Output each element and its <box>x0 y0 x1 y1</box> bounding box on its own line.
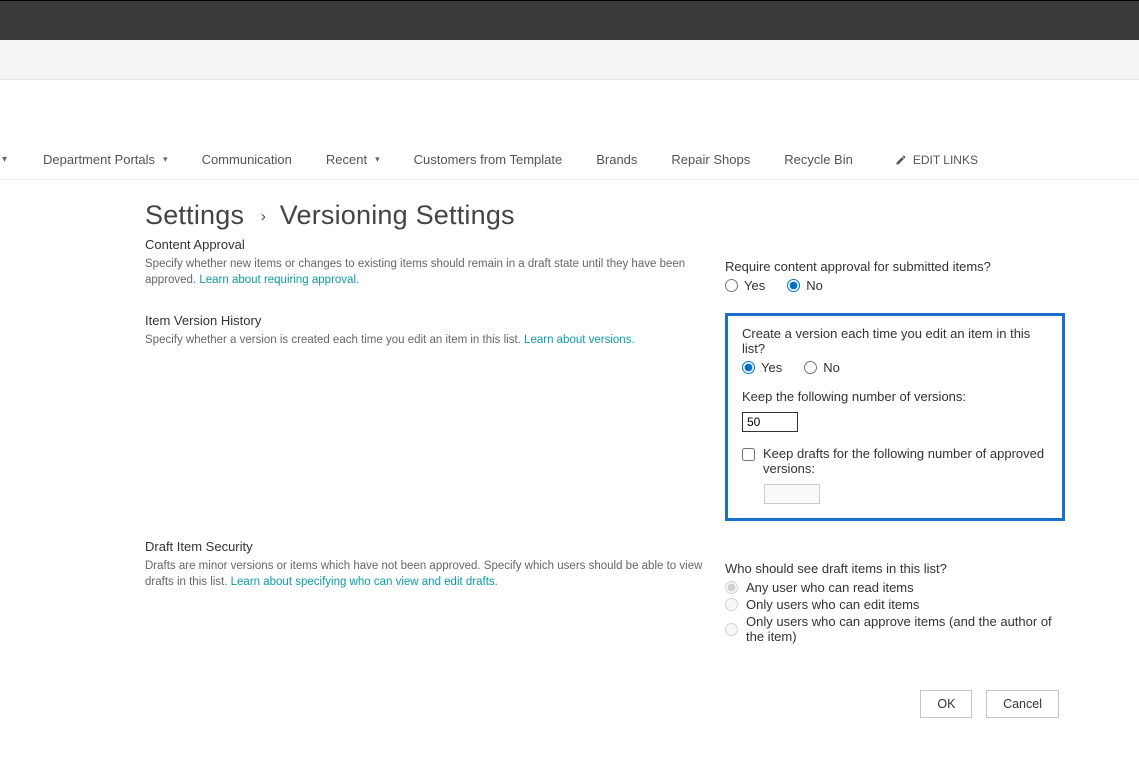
yes-text: Yes <box>761 360 782 375</box>
no-text: No <box>823 360 840 375</box>
draft-security-section: Draft Item Security Drafts are minor ver… <box>145 539 1139 646</box>
version-no-label[interactable]: No <box>804 360 840 375</box>
yes-text: Yes <box>744 278 765 293</box>
draft-security-desc: Drafts are minor versions or items which… <box>145 558 705 590</box>
button-row: OK Cancel <box>145 664 1139 718</box>
nav-label: Repair Shops <box>671 152 750 167</box>
version-highlight-box: Create a version each time you edit an i… <box>725 313 1065 521</box>
ok-button[interactable]: OK <box>920 690 972 718</box>
header-spacer <box>0 80 1139 140</box>
approval-no-label[interactable]: No <box>787 278 823 293</box>
draft-opt-edit-radio[interactable] <box>725 598 738 611</box>
nav-label: Department Portals <box>43 152 155 167</box>
keep-drafts-checkbox[interactable] <box>742 448 755 461</box>
version-history-desc: Specify whether a version is created eac… <box>145 332 705 348</box>
nav-recent[interactable]: Recent ▾ <box>314 140 392 180</box>
opt-text: Only users who can approve items (and th… <box>746 614 1065 644</box>
keep-drafts-label: Keep drafts for the following number of … <box>763 446 1048 476</box>
edit-links-button[interactable]: EDIT LINKS <box>883 153 990 167</box>
approval-no-radio[interactable] <box>787 279 800 292</box>
version-question: Create a version each time you edit an i… <box>742 326 1048 356</box>
version-yes-label[interactable]: Yes <box>742 360 782 375</box>
nav-label: Brands <box>596 152 637 167</box>
approval-yes-label[interactable]: Yes <box>725 278 765 293</box>
approval-question: Require content approval for submitted i… <box>725 259 1065 274</box>
nav-repair-shops[interactable]: Repair Shops <box>659 140 762 180</box>
version-radio-row: Yes No <box>742 360 1048 375</box>
content-approval-desc: Specify whether new items or changes to … <box>145 256 705 288</box>
draft-options: Any user who can read items Only users w… <box>725 580 1065 644</box>
learn-versions-link[interactable]: Learn about versions. <box>524 334 635 346</box>
approval-yes-radio[interactable] <box>725 279 738 292</box>
desc-text: Specify whether a version is created eac… <box>145 334 524 346</box>
no-text: No <box>806 278 823 293</box>
draft-question: Who should see draft items in this list? <box>725 561 1065 576</box>
draft-security-title: Draft Item Security <box>145 539 705 554</box>
draft-opt-any[interactable]: Any user who can read items <box>725 580 1065 595</box>
caret-down-icon[interactable]: ▾ <box>163 154 168 165</box>
nav-customers-template[interactable]: Customers from Template <box>402 140 575 180</box>
nav-label: Communication <box>202 152 292 167</box>
opt-text: Any user who can read items <box>746 580 914 595</box>
version-history-section: Item Version History Specify whether a v… <box>145 313 1139 521</box>
version-history-title: Item Version History <box>145 313 705 328</box>
suite-bar <box>0 0 1139 40</box>
nav-brands[interactable]: Brands <box>584 140 649 180</box>
nav-label: Recycle Bin <box>784 152 853 167</box>
keep-drafts-row: Keep drafts for the following number of … <box>742 446 1048 476</box>
breadcrumb-root[interactable]: Settings <box>145 200 244 230</box>
caret-down-icon[interactable]: ▾ <box>375 154 380 165</box>
nav-communication[interactable]: Communication <box>190 140 304 180</box>
keep-versions-input[interactable] <box>742 412 798 432</box>
keep-versions-label: Keep the following number of versions: <box>742 389 1048 404</box>
content-approval-section: Content Approval Specify whether new ite… <box>145 237 1139 295</box>
version-no-radio[interactable] <box>804 361 817 374</box>
draft-opt-edit[interactable]: Only users who can edit items <box>725 597 1065 612</box>
opt-text: Only users who can edit items <box>746 597 919 612</box>
edit-links-label: EDIT LINKS <box>913 153 978 167</box>
page-content: Settings › Versioning Settings Content A… <box>0 180 1139 718</box>
breadcrumb: Settings › Versioning Settings <box>145 200 1139 231</box>
ribbon-bar <box>0 40 1139 80</box>
draft-opt-approve-radio[interactable] <box>725 623 738 636</box>
learn-approval-link[interactable]: Learn about requiring approval. <box>199 274 359 286</box>
breadcrumb-page: Versioning Settings <box>280 200 515 230</box>
nav-recycle-bin[interactable]: Recycle Bin <box>772 140 865 180</box>
top-nav: ▾ Department Portals ▾ Communication Rec… <box>0 140 1139 180</box>
nav-label: Recent <box>326 152 367 167</box>
draft-opt-approve[interactable]: Only users who can approve items (and th… <box>725 614 1065 644</box>
draft-opt-any-radio[interactable] <box>725 581 738 594</box>
nav-department-portals[interactable]: Department Portals ▾ <box>31 140 180 180</box>
caret-down-icon[interactable]: ▾ <box>0 154 13 165</box>
pencil-icon <box>895 154 907 166</box>
breadcrumb-sep-icon: › <box>261 208 266 225</box>
cancel-button[interactable]: Cancel <box>986 690 1059 718</box>
content-approval-title: Content Approval <box>145 237 705 252</box>
version-yes-radio[interactable] <box>742 361 755 374</box>
approval-radio-row: Yes No <box>725 278 1065 293</box>
keep-drafts-input[interactable] <box>764 484 820 504</box>
learn-drafts-link[interactable]: Learn about specifying who can view and … <box>231 576 498 588</box>
nav-label: Customers from Template <box>414 152 563 167</box>
